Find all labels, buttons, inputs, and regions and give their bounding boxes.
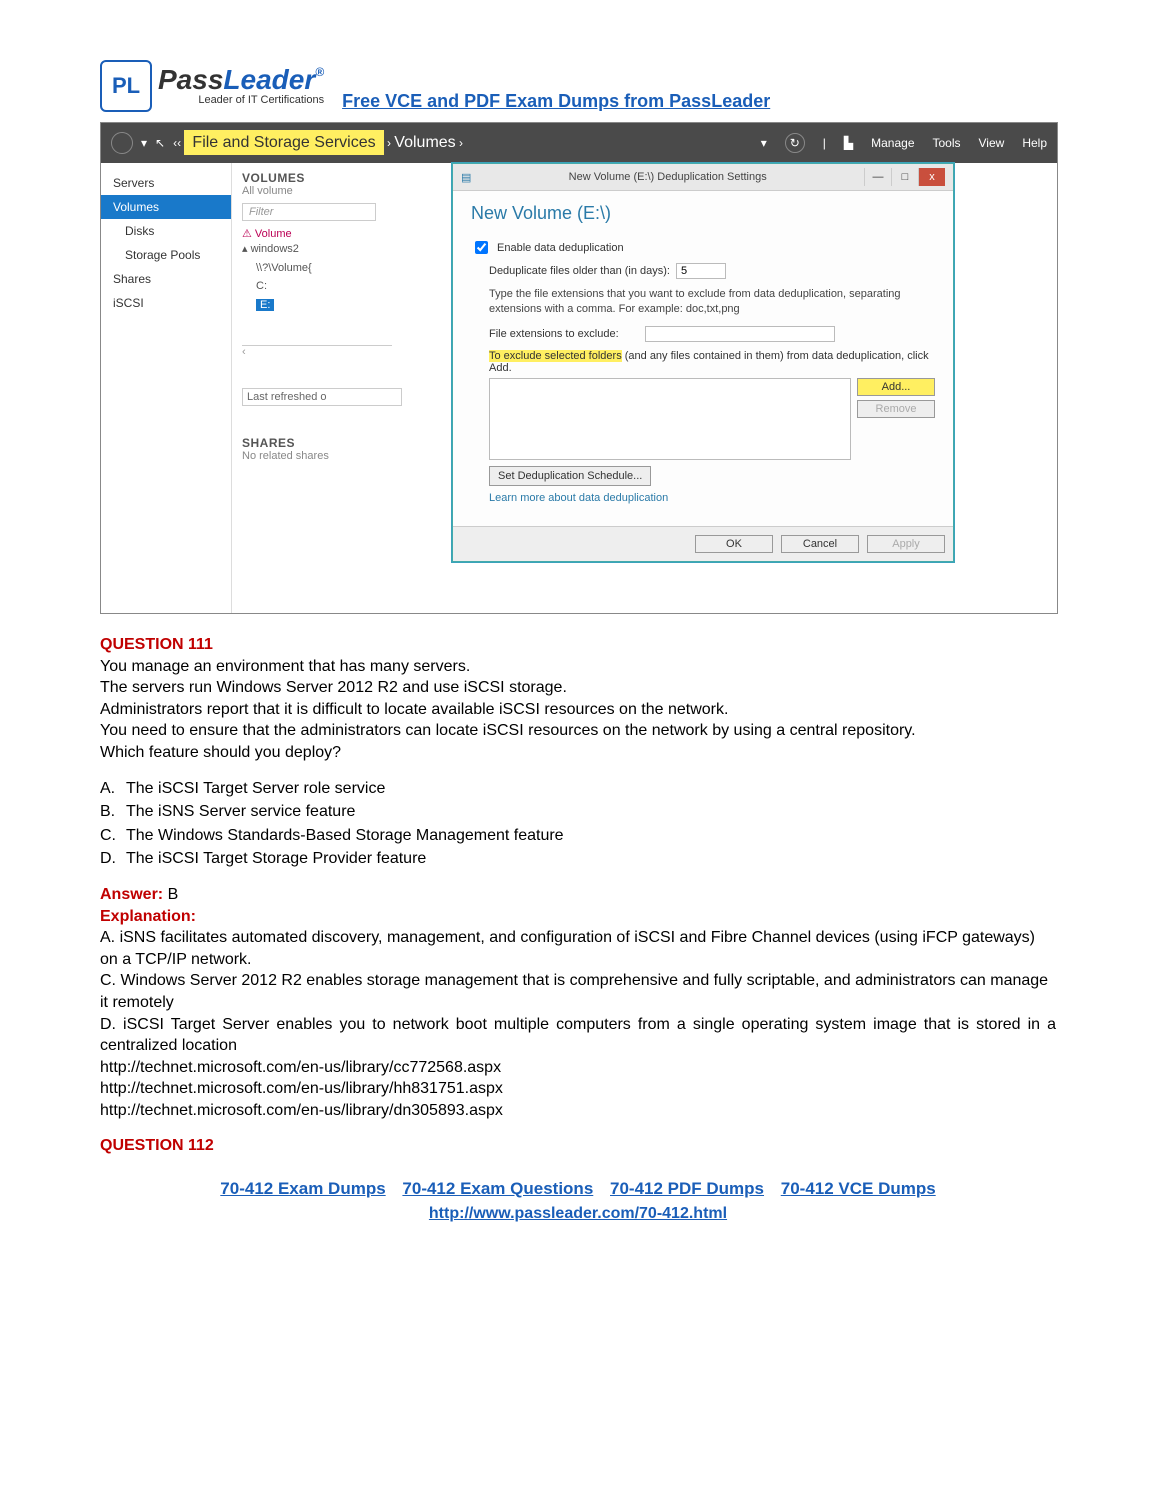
window-close-button[interactable]: x [918,168,945,186]
shares-section-title: SHARES [242,436,295,450]
dedup-settings-dialog: ▤ New Volume (E:\) Deduplication Setting… [452,163,954,562]
learn-more-link[interactable]: Learn more about data deduplication [471,492,935,504]
last-refreshed-label: Last refreshed o [242,388,402,406]
sm-sidebar: Servers Volumes Disks Storage Pools Shar… [101,163,232,613]
opt-b-letter: B. [100,801,126,823]
filter-input[interactable]: Filter [242,203,376,221]
refresh-dropdown-icon[interactable]: ▾ [761,136,767,150]
explanation-c: C. Windows Server 2012 R2 enables storag… [100,970,1056,1013]
refresh-icon[interactable]: ↻ [785,133,805,153]
footer-url[interactable]: http://www.passleader.com/70-412.html [429,1205,727,1222]
opt-a-text: The iSCSI Target Server role service [126,780,385,797]
window-maximize-button[interactable]: □ [891,168,918,186]
older-than-input[interactable] [676,263,726,279]
breadcrumb-sep: › [384,136,395,150]
breadcrumb-prefix: ‹‹ [173,136,184,150]
breadcrumb-suffix: › [456,136,463,150]
dialog-heading: New Volume (E:\) [471,203,935,224]
page-header: PL PassLeader® Leader of IT Certificatio… [100,60,1056,112]
breadcrumb-file-storage[interactable]: File and Storage Services [184,130,383,155]
logo-tagline: Leader of IT Certifications [198,94,324,106]
flag-icon[interactable]: ▙ [844,136,853,150]
older-than-label: Deduplicate files older than (in days): [489,265,670,277]
ref-link-2[interactable]: http://technet.microsoft.com/en-us/libra… [100,1078,1056,1100]
cancel-button[interactable]: Cancel [781,535,859,553]
logo-badge: PL [100,60,152,112]
footer-link-dumps[interactable]: 70-412 Exam Dumps [220,1179,385,1198]
explanation-label: Explanation: [100,906,1056,928]
footer-links: 70-412 Exam Dumps 70-412 Exam Questions … [100,1179,1056,1199]
logo-word-pass: Pass [158,64,223,95]
ref-link-3[interactable]: http://technet.microsoft.com/en-us/libra… [100,1100,1056,1122]
opt-a-letter: A. [100,778,126,800]
extensions-label: File extensions to exclude: [489,328,619,340]
answer-value: B [168,886,179,903]
answer-label: Answer: [100,886,168,903]
sidebar-item-shares[interactable]: Shares [101,267,231,291]
opt-d-letter: D. [100,848,126,870]
opt-c-text: The Windows Standards-Based Storage Mana… [126,827,564,844]
separator-icon: | [823,136,826,150]
ref-link-1[interactable]: http://technet.microsoft.com/en-us/libra… [100,1057,1056,1079]
menu-manage[interactable]: Manage [871,136,914,150]
menu-view[interactable]: View [979,136,1005,150]
apply-button[interactable]: Apply [867,535,945,553]
sidebar-item-iscsi[interactable]: iSCSI [101,291,231,315]
cursor-icon: ↖ [155,136,165,150]
extensions-input[interactable] [645,326,835,342]
menu-tools[interactable]: Tools [933,136,961,150]
sidebar-item-servers[interactable]: Servers [101,171,231,195]
header-link[interactable]: Free VCE and PDF Exam Dumps from PassLea… [342,91,770,112]
opt-c-letter: C. [100,825,126,847]
enable-dedup-label: Enable data deduplication [497,242,624,254]
sidebar-item-storage-pools[interactable]: Storage Pools [101,243,231,267]
q111-line1: You manage an environment that has many … [100,656,1056,678]
dialog-icon: ▤ [461,171,471,184]
footer-link-vce[interactable]: 70-412 VCE Dumps [781,1179,936,1198]
volumes-section-title: VOLUMES [242,171,305,185]
enable-dedup-checkbox[interactable] [475,241,488,254]
sm-main: VOLUMES All volume Filter ⚠ Volume ▴ win… [232,163,1057,613]
breadcrumb-volumes[interactable]: Volumes [394,134,455,151]
sidebar-item-disks[interactable]: Disks [101,219,231,243]
q111-line2: The servers run Windows Server 2012 R2 a… [100,677,1056,699]
question-112-number: QUESTION 112 [100,1135,1056,1157]
add-folder-button[interactable]: Add... [857,378,935,396]
opt-d-text: The iSCSI Target Storage Provider featur… [126,850,426,867]
question-111-number: QUESTION 111 [100,634,1056,656]
nav-dropdown-icon[interactable]: ▾ [141,136,147,150]
logo: PL PassLeader® Leader of IT Certificatio… [100,60,324,112]
remove-folder-button[interactable]: Remove [857,400,935,418]
explanation-d: D. iSCSI Target Server enables you to ne… [100,1014,1056,1057]
window-minimize-button[interactable]: — [864,168,891,186]
dialog-title: New Volume (E:\) Deduplication Settings [471,171,864,183]
ok-button[interactable]: OK [695,535,773,553]
sidebar-item-volumes[interactable]: Volumes [101,195,231,219]
q111-line4: You need to ensure that the administrato… [100,720,1056,742]
exclude-folders-highlight: To exclude selected folders [489,350,622,362]
extensions-note: Type the file extensions that you want t… [471,287,935,318]
footer-link-pdf[interactable]: 70-412 PDF Dumps [610,1179,764,1198]
q111-line3: Administrators report that it is difficu… [100,699,1056,721]
menu-help[interactable]: Help [1022,136,1047,150]
server-manager-window: ▾ ↖ ‹‹ File and Storage Services › Volum… [100,122,1058,614]
sm-topbar: ▾ ↖ ‹‹ File and Storage Services › Volum… [101,123,1057,163]
explanation-a: A. iSNS facilitates automated discovery,… [100,927,1056,970]
set-schedule-button[interactable]: Set Deduplication Schedule... [489,466,651,486]
logo-registered: ® [315,65,324,79]
q111-line5: Which feature should you deploy? [100,742,1056,764]
logo-word-leader: Leader [223,64,315,95]
footer-link-questions[interactable]: 70-412 Exam Questions [402,1179,593,1198]
tree-row-e[interactable]: E: [256,299,274,311]
exclude-folders-listbox[interactable] [489,378,851,460]
volume-column-header[interactable]: Volume [255,228,292,240]
opt-b-text: The iSNS Server service feature [126,803,355,820]
nav-back-icon[interactable] [111,132,133,154]
